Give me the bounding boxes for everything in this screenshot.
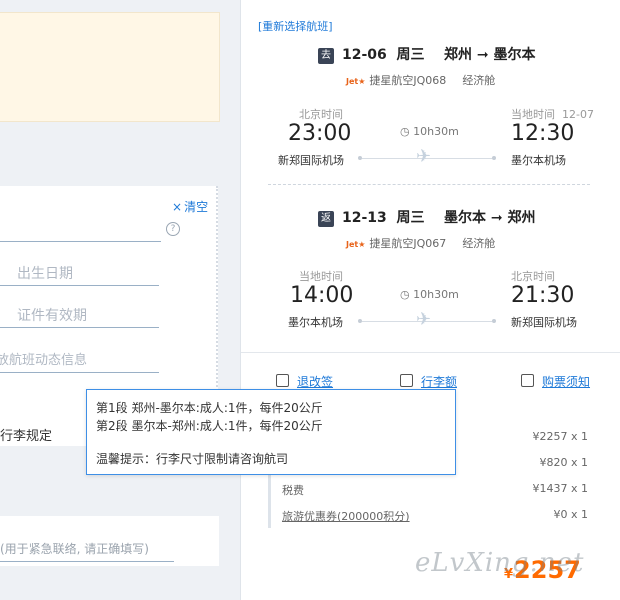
flight-info-underline	[0, 372, 159, 373]
id-expiry-field[interactable]: 证件有效期	[17, 305, 87, 325]
jetstar-logo-icon: Jet★	[346, 77, 366, 86]
contact-underline	[0, 561, 174, 562]
outbound-dep-airport: 新郑国际机场	[278, 154, 344, 167]
tooltip-hint: 温馨提示：行李尺寸限制请咨询航司	[96, 452, 289, 466]
arrow-right-icon: ➞	[476, 47, 489, 63]
segment-divider	[268, 184, 590, 185]
inbound-duration: ◷ 10h30m	[400, 288, 459, 301]
outbound-arr-airport: 墨尔本机场	[511, 154, 566, 167]
reselect-flight-link[interactable]: [重新选择航班]	[258, 18, 333, 34]
clock-icon: ◷	[400, 125, 410, 138]
inbound-weekday: 周三	[396, 210, 425, 226]
arrow-right-icon: ➞	[490, 210, 503, 226]
route-end-dot	[492, 156, 496, 160]
inbound-badge: 返	[318, 211, 334, 227]
watermark: eLvXing.net	[415, 548, 585, 578]
price-amount: ¥2257 x 1	[532, 430, 589, 443]
flight-info-field[interactable]: 放航班动态信息	[0, 349, 87, 368]
tooltip-line-1: 第1段 郑州-墨尔本:成人:1件，每件20公斤	[96, 401, 323, 415]
clock-icon: ◷	[400, 288, 410, 301]
inbound-dep-time: 14:00	[290, 283, 354, 308]
book-icon	[521, 374, 534, 387]
outbound-dep-time: 23:00	[288, 121, 352, 146]
outbound-cabin: 经济舱	[462, 74, 496, 87]
outbound-to-city: 墨尔本	[493, 47, 536, 63]
price-amount: ¥0 x 1	[553, 508, 589, 521]
outbound-arr-time: 12:30	[511, 121, 575, 146]
calendar-icon	[276, 374, 289, 387]
outbound-badge: 去	[318, 48, 334, 64]
ticket-notice-label: 购票须知	[542, 375, 591, 389]
inbound-cabin: 经济舱	[462, 237, 496, 250]
clear-button[interactable]: × 清空	[172, 198, 208, 215]
outbound-flight-no: 捷星航空JQ068	[369, 74, 447, 87]
inbound-arr-time: 21:30	[511, 283, 575, 308]
inbound-duration-text: 10h30m	[413, 288, 459, 301]
airplane-icon: ✈	[416, 309, 432, 330]
jetstar-logo-icon: Jet★	[346, 240, 366, 249]
baggage-tooltip: 第1段 郑州-墨尔本:成人:1件，每件20公斤 第2段 墨尔本-郑州:成人:1件…	[86, 389, 456, 475]
outbound-arr-zone-text: 当地时间	[511, 108, 555, 121]
price-label[interactable]: 旅游优惠券(200000积分)	[282, 510, 410, 523]
refund-change-link[interactable]: 退改签	[276, 373, 333, 390]
outbound-arr-date: 12-07	[562, 108, 594, 121]
clear-label: 清空	[184, 200, 209, 214]
price-row: 税费 ¥1437 x 1	[282, 482, 588, 498]
birth-date-underline	[0, 285, 159, 286]
contact-field[interactable]: (用于紧急联络, 请正确填写)	[0, 540, 149, 557]
inbound-dep-zone: 当地时间	[299, 270, 343, 283]
help-icon[interactable]: ?	[166, 222, 180, 236]
inbound-arr-airport: 新郑国际机场	[511, 316, 577, 329]
tooltip-line-2: 第2段 墨尔本-郑州:成人:1件，每件20公斤	[96, 419, 323, 433]
name-field[interactable]	[0, 241, 161, 242]
inbound-from-city: 墨尔本	[444, 210, 487, 226]
inbound-airline: Jet★ 捷星航空JQ067 经济舱	[346, 235, 495, 251]
birth-date-field[interactable]: 出生日期	[17, 263, 73, 283]
notice-box	[0, 12, 220, 122]
inbound-arr-zone: 北京时间	[511, 270, 555, 283]
luggage-icon	[400, 374, 413, 387]
price-amount: ¥1437 x 1	[532, 482, 589, 495]
outbound-airline: Jet★ 捷星航空JQ068 经济舱	[346, 72, 495, 88]
ticket-notice-link[interactable]: 购票须知	[521, 373, 590, 390]
price-amount: ¥820 x 1	[539, 456, 589, 469]
id-expiry-underline	[0, 327, 159, 328]
outbound-weekday: 周三	[396, 47, 425, 63]
inbound-to-city: 郑州	[507, 210, 536, 226]
close-icon: ×	[172, 200, 183, 214]
outbound-arr-zone: 当地时间 12-07	[511, 106, 594, 122]
route-end-dot	[492, 319, 496, 323]
outbound-duration: ◷ 10h30m	[400, 125, 459, 138]
inbound-dep-airport: 墨尔本机场	[288, 316, 343, 329]
baggage-allowance-link[interactable]: 行李额	[400, 373, 457, 390]
inbound-date: 12-13	[342, 210, 387, 226]
baggage-allowance-label: 行李额	[421, 375, 458, 389]
outbound-from-city: 郑州	[444, 47, 473, 63]
price-label: 税费	[282, 484, 304, 497]
price-row: 旅游优惠券(200000积分) ¥0 x 1	[282, 508, 588, 524]
outbound-header: 去 12-06 周三 郑州 ➞ 墨尔本	[318, 44, 536, 64]
outbound-duration-text: 10h30m	[413, 125, 459, 138]
inbound-header: 返 12-13 周三 墨尔本 ➞ 郑州	[318, 207, 536, 227]
refund-change-label: 退改签	[297, 375, 334, 389]
luggage-rules-label: 行李规定	[0, 429, 53, 444]
outbound-dep-zone: 北京时间	[299, 108, 343, 121]
inbound-flight-no: 捷星航空JQ067	[369, 237, 447, 250]
airplane-icon: ✈	[416, 146, 432, 167]
panel-divider	[241, 352, 620, 353]
outbound-date: 12-06	[342, 47, 387, 63]
